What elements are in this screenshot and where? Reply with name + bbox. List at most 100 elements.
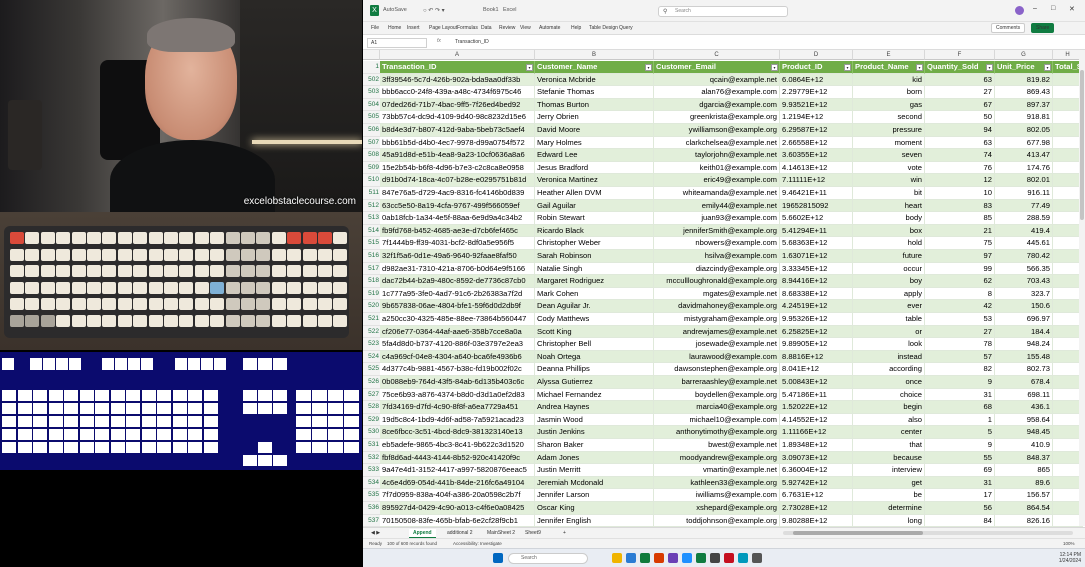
table-cell[interactable]: 78 — [925, 338, 995, 351]
osk-key[interactable] — [141, 429, 156, 440]
row-header[interactable]: 515 — [363, 237, 380, 250]
share-button[interactable]: Share — [1031, 23, 1055, 33]
table-cell[interactable]: 8.68338E+12 — [780, 287, 853, 301]
osk-key[interactable] — [296, 416, 311, 427]
osk-key[interactable] — [95, 403, 109, 414]
table-cell[interactable]: 5.00843E+12 — [780, 376, 853, 389]
edge-icon[interactable] — [626, 553, 636, 563]
table-cell[interactable]: anthonytimothy@example.org — [654, 426, 780, 439]
table-cell[interactable]: Jerry Obrien — [535, 111, 654, 124]
table-cell[interactable]: 75ce6b93-a876-4374-b8d0-d3d1a0ef2d83 — [380, 388, 535, 402]
table-cell[interactable]: 869.43 — [995, 86, 1053, 99]
table-cell[interactable]: moment — [853, 136, 925, 150]
osk-key[interactable] — [203, 442, 218, 453]
table-cell[interactable]: 895927d4-0429-4c90-a013-c4f6e0a08425 — [380, 502, 535, 515]
table-cell[interactable]: Sharon Baker — [535, 439, 654, 452]
table-cell[interactable]: Oscar King — [535, 502, 654, 515]
table-cell[interactable]: 1 — [925, 413, 995, 427]
table-cell[interactable]: or — [853, 325, 925, 339]
table-header-cell[interactable]: Transaction_ID ▾ — [380, 61, 535, 74]
osk-key[interactable] — [2, 390, 16, 401]
table-cell[interactable]: dgarcia@example.com — [654, 98, 780, 112]
excel-taskbar-icon[interactable] — [640, 553, 650, 563]
table-cell[interactable]: 184.4 — [995, 325, 1053, 339]
table-cell[interactable]: eric49@example.com — [654, 174, 780, 187]
osk-key[interactable] — [128, 358, 140, 370]
osk-key[interactable] — [17, 390, 32, 401]
table-cell[interactable]: greenkrista@example.org — [654, 111, 780, 124]
table-cell[interactable]: emily44@example.net — [654, 199, 780, 213]
column-header-a[interactable]: A — [380, 50, 535, 60]
table-cell[interactable]: fb9fd768-b452-4685-ae3e-d7cb6fef465c — [380, 224, 535, 238]
table-cell[interactable]: 174.76 — [995, 161, 1053, 175]
table-cell[interactable]: choice — [853, 388, 925, 402]
sheet-nav-arrows[interactable]: ◀ ▶ — [367, 529, 384, 538]
table-cell[interactable]: Margaret Rodriguez — [535, 275, 654, 288]
excel-icon[interactable] — [696, 553, 706, 563]
table-cell[interactable]: 156.57 — [995, 489, 1053, 502]
osk-key[interactable] — [157, 416, 171, 427]
table-cell[interactable]: Jennifer Larson — [535, 489, 654, 502]
row-header[interactable]: 527 — [363, 388, 380, 402]
table-cell[interactable]: be — [853, 489, 925, 502]
osk-key[interactable] — [48, 416, 63, 427]
explorer-icon[interactable] — [682, 553, 692, 563]
table-cell[interactable]: box — [853, 224, 925, 238]
osk-key[interactable] — [243, 403, 257, 414]
select-all-corner[interactable] — [363, 50, 380, 60]
table-cell[interactable]: 3.09073E+12 — [780, 451, 853, 465]
table-cell[interactable]: 0ab18fcb-1a34-4e5f-88aa-6e9d9a4c34b2 — [380, 212, 535, 225]
osk-key[interactable] — [17, 429, 32, 440]
table-cell[interactable]: 42 — [925, 300, 995, 313]
filter-dropdown-icon[interactable]: ▾ — [771, 64, 778, 71]
osk-key[interactable] — [328, 442, 343, 453]
table-cell[interactable]: marcia40@example.org — [654, 401, 780, 414]
osk-key[interactable] — [296, 442, 311, 453]
table-cell[interactable]: 7.11111E+12 — [780, 174, 853, 187]
table-cell[interactable]: Heather Allen DVM — [535, 187, 654, 200]
osk-key[interactable] — [243, 358, 257, 370]
table-cell[interactable]: xshepard@example.org — [654, 502, 780, 515]
table-cell[interactable]: 7f7d0959-838a-404f-a386-20a0598c2b7f — [380, 489, 535, 502]
table-cell[interactable]: according — [853, 363, 925, 376]
column-header-b[interactable]: B — [535, 50, 654, 60]
table-header-cell[interactable]: Product_ID ▾ — [780, 61, 853, 74]
table-cell[interactable]: 99 — [925, 262, 995, 276]
osk-key[interactable] — [126, 416, 140, 427]
osk-key[interactable] — [172, 429, 187, 440]
table-cell[interactable]: 4.14613E+12 — [780, 161, 853, 175]
table-cell[interactable]: bwest@example.net — [654, 439, 780, 452]
table-cell[interactable]: Andrea Haynes — [535, 401, 654, 414]
table-cell[interactable]: 19d5c8c4-1bd9-4d6f-ad58-7a5921acad23 — [380, 413, 535, 427]
table-cell[interactable]: 07ded26d-71b7-4bac-9ff5-7f26ed4bed92 — [380, 98, 535, 112]
table-cell[interactable]: Edward Lee — [535, 149, 654, 162]
osk-key[interactable] — [273, 358, 287, 370]
osk-key[interactable] — [258, 358, 272, 370]
table-cell[interactable]: Natalie Singh — [535, 262, 654, 276]
table-cell[interactable]: nbowers@example.com — [654, 237, 780, 250]
row-header[interactable]: 516 — [363, 250, 380, 263]
app-icon[interactable] — [724, 553, 734, 563]
table-cell[interactable]: 19652815092 — [780, 199, 853, 213]
table-cell[interactable]: 6.0864E+12 — [780, 73, 853, 87]
fx-icon[interactable]: fx — [437, 38, 441, 44]
menu-review[interactable]: Review — [499, 25, 515, 31]
table-cell[interactable]: 5fa4d8d0-b737-4120-886f-03e3797e2ea3 — [380, 338, 535, 351]
table-cell[interactable]: David Moore — [535, 124, 654, 137]
table-cell[interactable]: Deanna Phillips — [535, 363, 654, 376]
menu-table-design[interactable]: Table Design — [589, 25, 618, 31]
osk-key[interactable] — [344, 442, 359, 453]
osk-key[interactable] — [188, 442, 202, 453]
row-header[interactable]: 505 — [363, 111, 380, 124]
table-cell[interactable]: 8ce6fbcc-3c51-4bcd-8dc9-381323140e13 — [380, 426, 535, 439]
table-cell[interactable]: 70150508-83fe-465b-bfab-6e2cf28f9cb1 — [380, 514, 535, 528]
table-cell[interactable]: 32f1f5a6-0d1e-49a6-9640-92faae8faf50 — [380, 250, 535, 263]
filter-dropdown-icon[interactable]: ▾ — [526, 64, 533, 71]
table-cell[interactable]: eb5adefe-9865-4bc3-8c41-9b622c3d1520 — [380, 439, 535, 452]
table-cell[interactable]: 678.4 — [995, 376, 1053, 389]
table-cell[interactable]: 56 — [925, 502, 995, 515]
table-cell[interactable]: 802.01 — [995, 174, 1053, 187]
table-cell[interactable]: interview — [853, 464, 925, 477]
table-cell[interactable]: 5.92742E+12 — [780, 476, 853, 490]
table-cell[interactable]: 865 — [995, 464, 1053, 477]
